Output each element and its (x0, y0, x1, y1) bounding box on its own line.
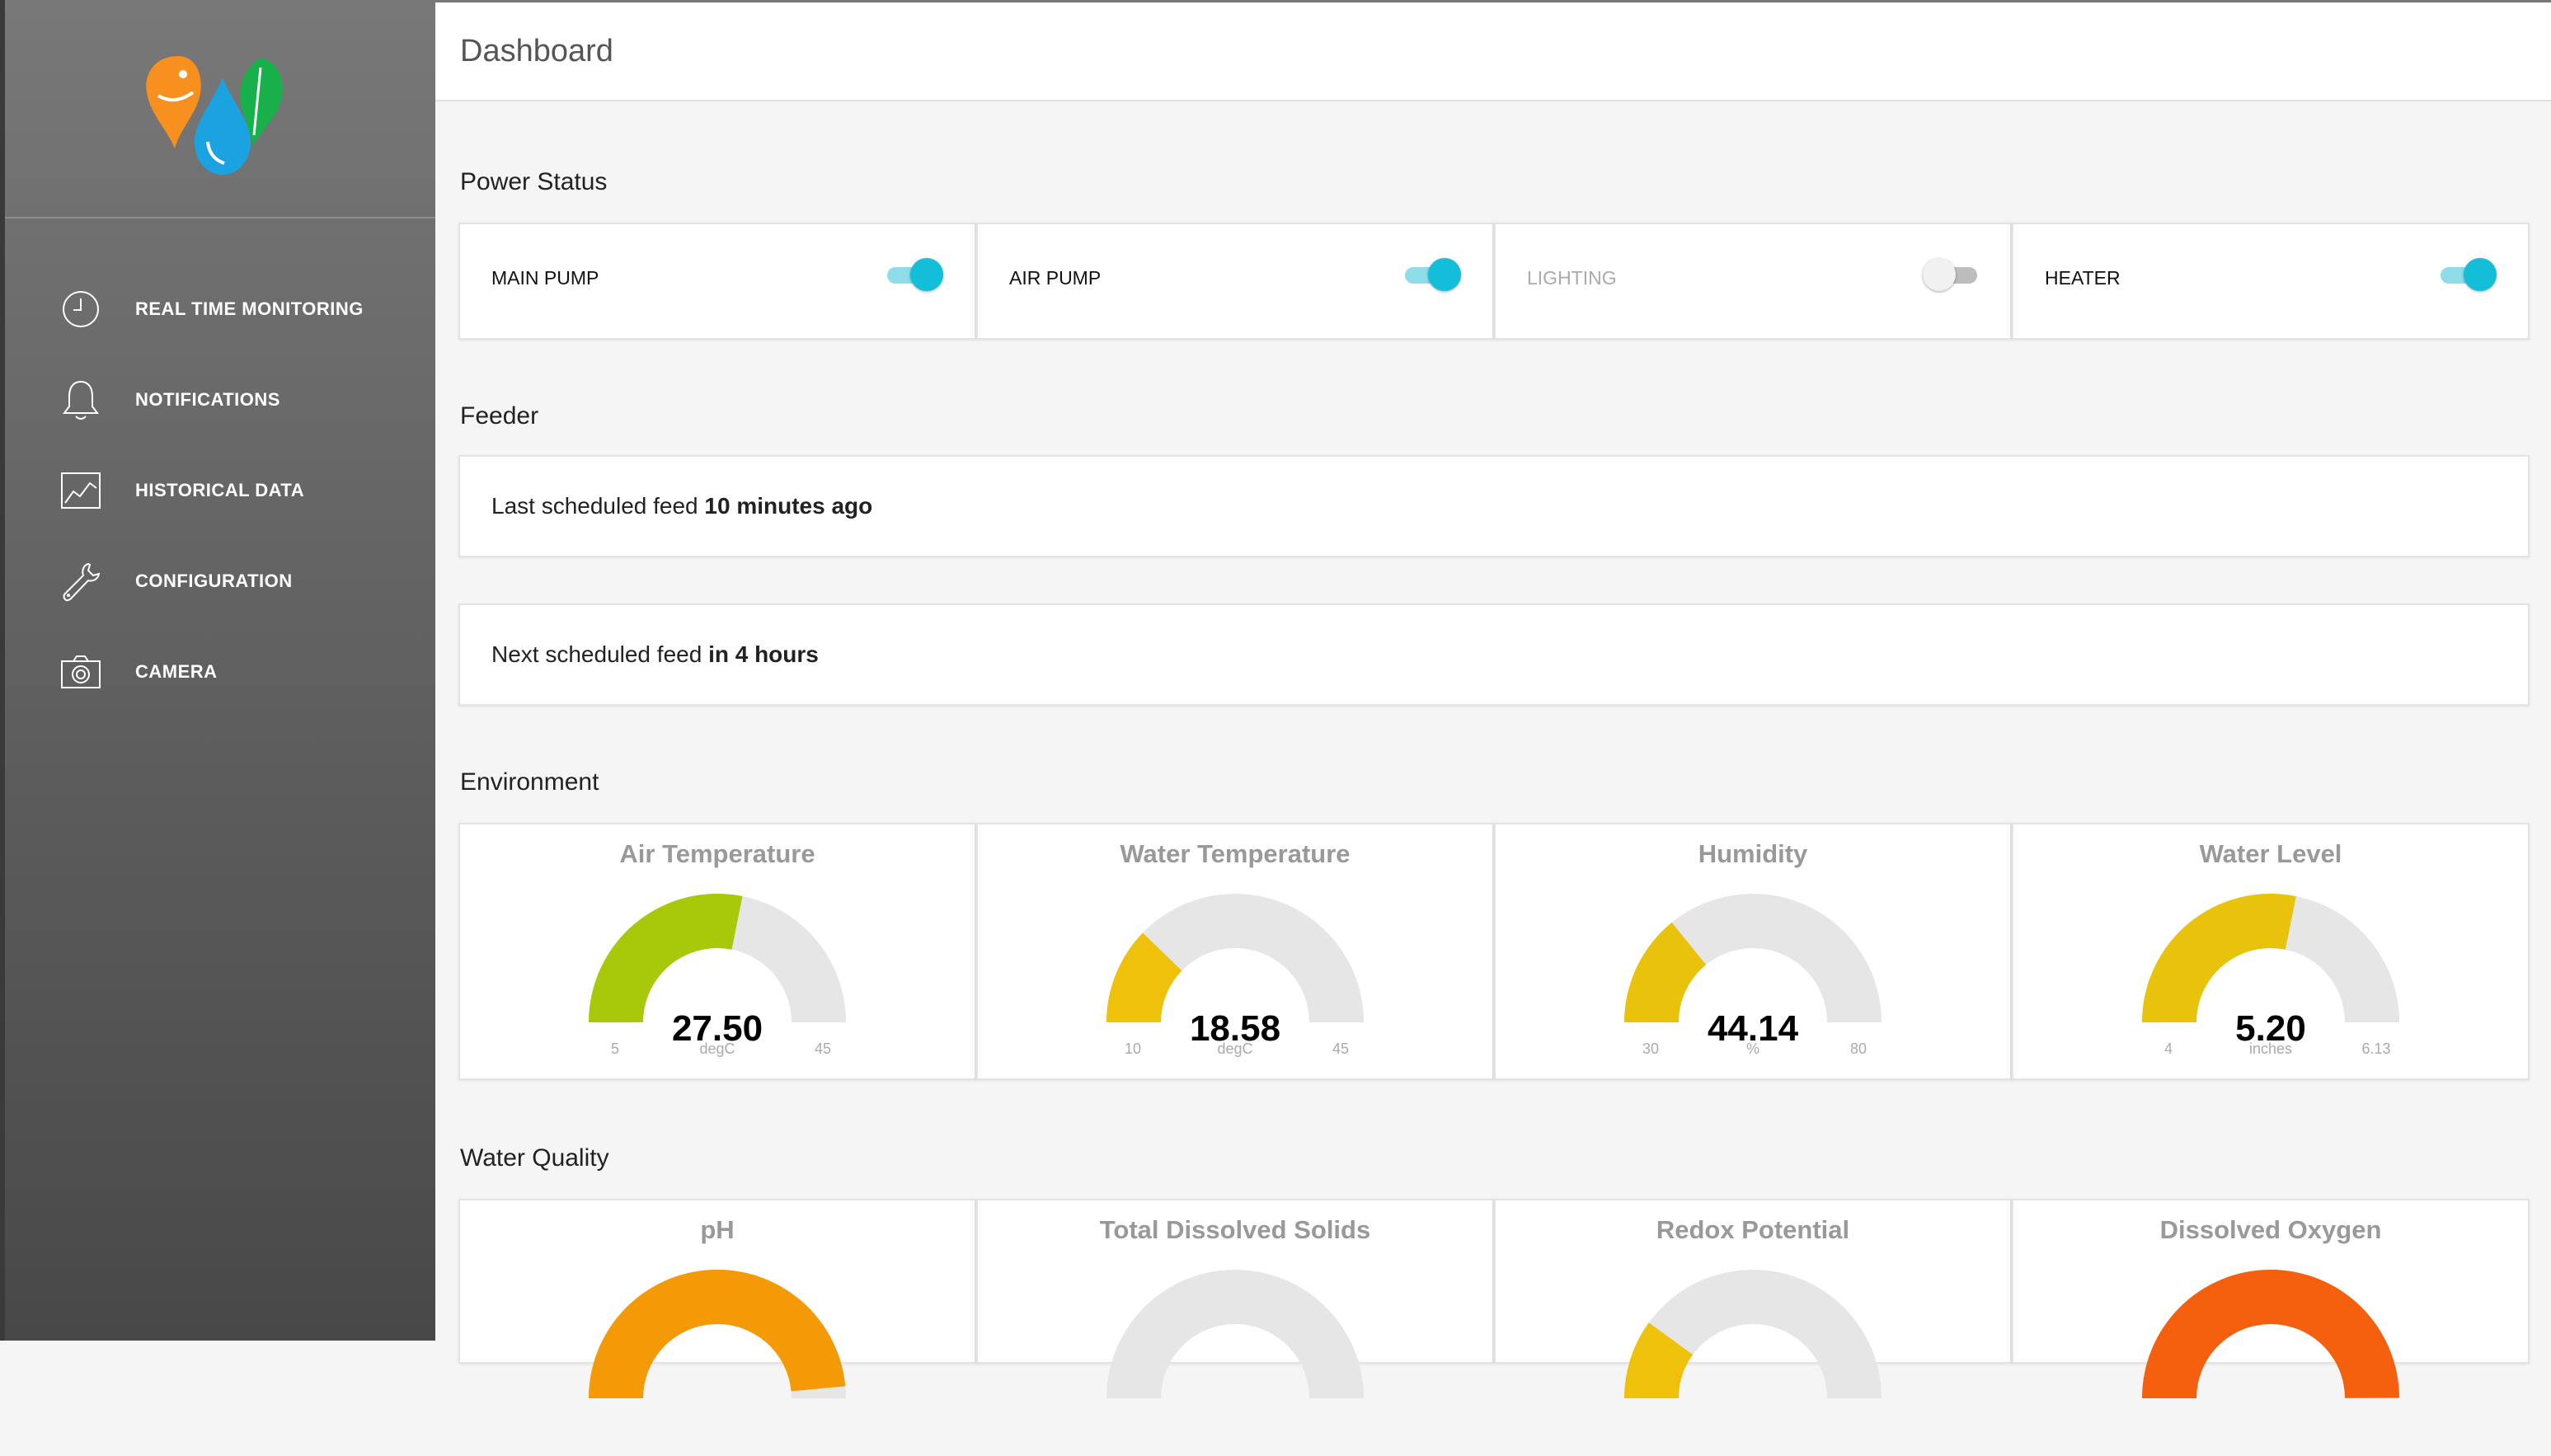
gauge-max: 80 (1850, 1040, 1867, 1057)
main-pump-toggle[interactable] (887, 257, 943, 292)
lighting-toggle[interactable] (1923, 257, 1979, 292)
gauge-unit: degC (699, 1040, 735, 1057)
gauge-fill (589, 1269, 846, 1398)
gauge-card-total-dissolved-solids: Total Dissolved Solids (976, 1199, 1494, 1398)
power-card-main-pump: MAIN PUMP (458, 223, 976, 340)
heater-toggle[interactable] (2441, 257, 2497, 292)
gauge-max: 6.13 (2361, 1040, 2390, 1057)
gauge-card-air-temperature: Air Temperature 27.50 5 degC 45 (458, 823, 976, 1080)
power-card-heater: HEATER (2012, 223, 2530, 340)
gauge-unit: % (1746, 1040, 1759, 1057)
power-label: MAIN PUMP (491, 267, 599, 289)
chart-icon (59, 469, 102, 512)
app-logo (146, 56, 283, 175)
gauge-title: Water Temperature (1120, 839, 1351, 868)
gauge-title: Water Level (2199, 839, 2342, 868)
sidebar-item-label: CAMERA (135, 661, 218, 682)
gauge-max: 45 (1332, 1040, 1349, 1057)
power-card-air-pump: AIR PUMP (976, 223, 1494, 340)
water-level-gauge: 5.20 4 inches 6.13 (2142, 894, 2399, 1057)
air-pump-toggle[interactable] (1405, 257, 1461, 292)
last-feed-prefix: Last scheduled feed (491, 493, 698, 519)
gauge-unit: degC (1217, 1040, 1252, 1057)
power-card-lighting: LIGHTING (1494, 223, 2012, 340)
dissolved-oxygen-gauge (2142, 1269, 2399, 1398)
last-feed-card: Last scheduled feed 10 minutes ago (458, 455, 2530, 557)
gauge-card-redox-potential: Redox Potential (1494, 1199, 2012, 1398)
gauge-min: 30 (1642, 1040, 1659, 1057)
gauge-fill (589, 894, 743, 1022)
sidebar-item-label: CONFIGURATION (135, 571, 293, 591)
clock-icon (59, 288, 102, 331)
water-temperature-gauge: 18.58 10 degC 45 (1106, 894, 1364, 1057)
gauge-min: 10 (1125, 1040, 1141, 1057)
gauge-card-water-level: Water Level 5.20 4 inches 6.13 (2012, 823, 2530, 1080)
gauge-min: 5 (611, 1040, 619, 1057)
redox-gauge (1624, 1270, 1882, 1398)
bell-icon (59, 378, 102, 421)
gauge-card-dissolved-oxygen: Dissolved Oxygen (2012, 1199, 2530, 1398)
air-temperature-gauge: 27.50 5 degC 45 (589, 894, 846, 1057)
gauge-fill (2142, 894, 2296, 1022)
gauge-title: Humidity (1698, 839, 1808, 868)
last-feed-text: Last scheduled feed 10 minutes ago (491, 493, 872, 519)
next-feed-card: Next scheduled feed in 4 hours (458, 604, 2530, 706)
ph-gauge (589, 1269, 846, 1398)
water-quality-heading: Water Quality (460, 1144, 609, 1172)
sidebar-item-label: REAL TIME MONITORING (135, 298, 364, 319)
sidebar-item-real-time-monitoring[interactable]: REAL TIME MONITORING (5, 264, 435, 355)
environment-heading: Environment (460, 768, 599, 796)
gauge-title: pH (700, 1215, 735, 1244)
sidebar-item-camera[interactable]: CAMERA (5, 627, 435, 717)
gauge-fill (2142, 1269, 2399, 1398)
gauge-card-ph: pH (458, 1199, 976, 1398)
top-header: Dashboard (435, 2, 2551, 101)
feeder-heading: Feeder (460, 402, 539, 430)
camera-icon (59, 651, 102, 693)
next-feed-text: Next scheduled feed in 4 hours (491, 641, 819, 668)
gauge-background (1106, 1270, 1364, 1398)
next-feed-prefix: Next scheduled feed (491, 641, 702, 667)
tds-gauge (1106, 1270, 1364, 1398)
humidity-gauge: 44.14 30 % 80 (1624, 894, 1882, 1057)
power-status-heading: Power Status (460, 168, 608, 195)
last-feed-value: 10 minutes ago (704, 493, 873, 519)
sidebar-nav: REAL TIME MONITORING NOTIFICATIONS HISTO… (5, 264, 435, 717)
gauge-card-humidity: Humidity 44.14 30 % 80 (1494, 823, 2012, 1080)
sidebar: REAL TIME MONITORING NOTIFICATIONS HISTO… (0, 0, 435, 1341)
power-label: HEATER (2045, 267, 2121, 289)
sidebar-item-label: HISTORICAL DATA (135, 480, 305, 500)
gauge-card-water-temperature: Water Temperature 18.58 10 degC 45 (976, 823, 1494, 1080)
gauge-title: Air Temperature (619, 839, 815, 868)
page-title: Dashboard (460, 34, 613, 68)
gauge-title: Dissolved Oxygen (2159, 1215, 2382, 1244)
gauge-title: Redox Potential (1656, 1215, 1850, 1244)
sidebar-item-label: NOTIFICATIONS (135, 389, 280, 410)
gauge-title: Total Dissolved Solids (1099, 1215, 1371, 1244)
sidebar-item-historical-data[interactable]: HISTORICAL DATA (5, 445, 435, 536)
wrench-icon (59, 560, 102, 603)
power-label: LIGHTING (1527, 267, 1617, 289)
gauge-max: 45 (815, 1040, 831, 1057)
gauge-min: 4 (2164, 1040, 2173, 1057)
next-feed-value: in 4 hours (708, 641, 819, 667)
sidebar-divider (5, 217, 435, 218)
power-label: AIR PUMP (1009, 267, 1102, 289)
sidebar-item-configuration[interactable]: CONFIGURATION (5, 536, 435, 627)
sidebar-item-notifications[interactable]: NOTIFICATIONS (5, 355, 435, 445)
gauge-unit: inches (2249, 1040, 2292, 1057)
